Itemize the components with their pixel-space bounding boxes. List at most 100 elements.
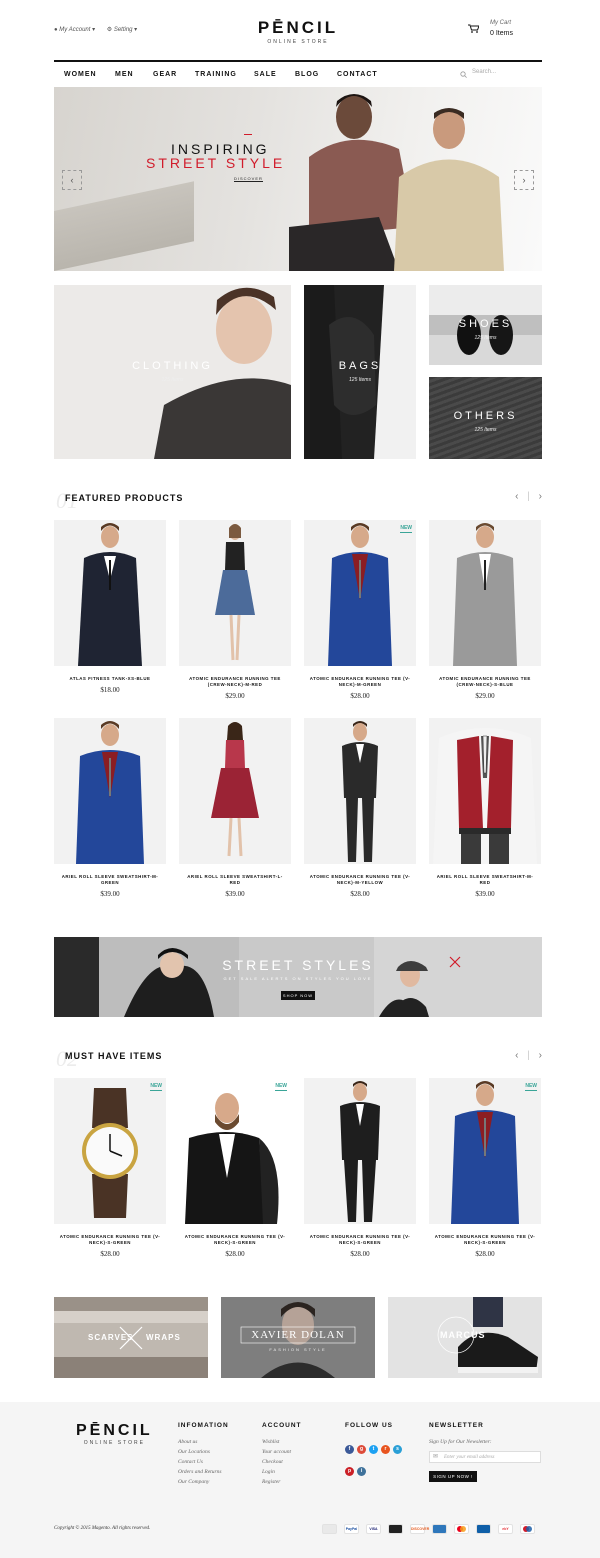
product-card[interactable]: ATOMIC ENDURANCE RUNNING TEE (V-NECK)-M-… (304, 718, 416, 898)
product-card[interactable]: NEW ATOMIC ENDURANCE RUNNING TEE (V-NECK… (304, 520, 416, 700)
google-plus-icon[interactable]: g (357, 1445, 366, 1454)
hero-prev-button[interactable]: ‹ (62, 170, 82, 190)
cart-label: My Cart (490, 20, 511, 26)
payment-label: DISCOVER (411, 1527, 430, 1531)
site-logo[interactable]: PĒNCIL ONLINE STORE (258, 18, 338, 45)
hero-next-button[interactable]: › (514, 170, 534, 190)
product-card[interactable]: ATOMIC ENDURANCE RUNNING TEE (CREW-NECK)… (429, 520, 541, 700)
product-card[interactable]: NEW ATOMIC ENDURANCE RUNNING TEE (V-NECK… (179, 1078, 291, 1258)
mastercard-circles (457, 1526, 466, 1532)
featured-next-button[interactable]: › (539, 491, 542, 502)
footer-logo[interactable]: PĒNCIL ONLINE STORE (76, 1422, 153, 1446)
pinterest-icon[interactable]: p (345, 1467, 354, 1476)
product-image[interactable]: NEW (179, 1078, 291, 1224)
product-name[interactable]: ATOMIC ENDURANCE RUNNING TEE (V-NECK)-S-… (304, 1234, 416, 1246)
product-card[interactable]: ATOMIC ENDURANCE RUNNING TEE (V-NECK)-S-… (304, 1078, 416, 1258)
footer-link-locations[interactable]: Our Locations (178, 1447, 229, 1457)
product-card[interactable]: NEW ATOMIC ENDURANCE RUNNING TEE (V-NECK… (429, 1078, 541, 1258)
featured-prev-button[interactable]: ‹ (515, 491, 518, 502)
product-image[interactable] (304, 1078, 416, 1224)
category-clothing[interactable]: CLOTHING 125 Items (54, 285, 291, 459)
payment-label: PayPal (345, 1527, 358, 1531)
brand-xavier-dolan-sub: FASHION STYLE (269, 1347, 327, 1352)
footer-link-contact[interactable]: Contact Us (178, 1457, 229, 1467)
payment-amex-icon (432, 1524, 447, 1534)
product-name[interactable]: ARIEL ROLL SLEEVE SWEATSHIRT-L-RED (179, 874, 291, 886)
nav-item-contact[interactable]: CONTACT (337, 71, 378, 78)
nav-item-blog[interactable]: BLOG (295, 71, 319, 78)
brand-banner-xavier-dolan[interactable]: XAVIER DOLAN FASHION STYLE (221, 1297, 375, 1378)
payment-paypal-icon: PayPal (344, 1524, 359, 1534)
brand-banner-marcus[interactable]: MARCUS (388, 1297, 542, 1378)
product-card[interactable]: NEW ATOMIC ENDURANCE RUNNING TEE (V-NECK… (54, 1078, 166, 1258)
payment-label: VISA (369, 1527, 378, 1531)
product-card[interactable]: ARIEL ROLL SLEEVE SWEATSHIRT-L-RED $39.0… (179, 718, 291, 898)
product-image[interactable] (304, 718, 416, 864)
product-image[interactable] (179, 520, 291, 666)
social-row-1: fgtrs (345, 1437, 415, 1455)
product-image[interactable] (429, 520, 541, 666)
nav-item-sale[interactable]: SALE (254, 71, 277, 78)
must-have-prev-button[interactable]: ‹ (515, 1050, 518, 1061)
nav-item-training[interactable]: TRAINING (195, 71, 237, 78)
product-card[interactable]: ARIEL ROLL SLEEVE SWEATSHIRT-M-GREEN $39… (54, 718, 166, 898)
hero-discover-link[interactable]: DISCOVER (234, 176, 263, 182)
product-name[interactable]: ATOMIC ENDURANCE RUNNING TEE (V-NECK)-S-… (179, 1234, 291, 1246)
product-name[interactable]: ATOMIC ENDURANCE RUNNING TEE (CREW-NECK)… (429, 676, 541, 688)
product-image[interactable] (179, 718, 291, 864)
product-image[interactable] (54, 718, 166, 864)
nav-item-women[interactable]: WOMEN (64, 71, 97, 78)
nav-item-men[interactable]: MEN (115, 71, 134, 78)
product-image[interactable]: NEW (429, 1078, 541, 1224)
instagram-icon[interactable]: i (357, 1467, 366, 1476)
product-price: $39.00 (225, 890, 245, 898)
category-shoes[interactable]: SHOES 125 Items (429, 285, 542, 365)
product-name[interactable]: ATLAS FITNESS TANK-XS-BLUE (54, 676, 166, 682)
copyright-text: Copyright © 2015 Magento. All rights res… (54, 1526, 151, 1531)
footer-link-company[interactable]: Our Company (178, 1477, 229, 1487)
facebook-icon[interactable]: f (345, 1445, 354, 1454)
my-account-link[interactable]: ● My Account ▾ (54, 27, 95, 33)
product-card[interactable]: ARIEL ROLL SLEEVE SWEATSHIRT-M-RED $39.0… (429, 718, 541, 898)
product-name[interactable]: ARIEL ROLL SLEEVE SWEATSHIRT-M-GREEN (54, 874, 166, 886)
product-name[interactable]: ATOMIC ENDURANCE RUNNING TEE (CREW-NECK)… (179, 676, 291, 688)
shop-now-button[interactable]: SHOP NOW (281, 991, 315, 1000)
rss-icon[interactable]: r (381, 1445, 390, 1454)
footer-link-about[interactable]: About us (178, 1437, 229, 1447)
nav-item-gear[interactable]: GEAR (153, 71, 177, 78)
footer-link-login[interactable]: Login (262, 1467, 302, 1477)
product-image[interactable] (429, 718, 541, 864)
footer-link-checkout[interactable]: Checkout (262, 1457, 302, 1467)
category-bags[interactable]: BAGS 125 Items (304, 285, 416, 459)
newsletter-signup-button[interactable]: SIGN UP NOW ! (429, 1471, 477, 1482)
footer-link-register[interactable]: Register (262, 1477, 302, 1487)
product-name[interactable]: ATOMIC ENDURANCE RUNNING TEE (V-NECK)-S-… (54, 1234, 166, 1246)
product-card[interactable]: ATLAS FITNESS TANK-XS-BLUE $18.00 (54, 520, 166, 694)
brand-banner-scarves-wraps[interactable]: SCARVES WRAPS (54, 1297, 208, 1378)
product-model-floral-dress (215, 524, 255, 661)
mail-icon: ✉ (433, 1454, 439, 1460)
payment-ebay-icon: ebY (498, 1524, 513, 1534)
product-card[interactable]: ATOMIC ENDURANCE RUNNING TEE (CREW-NECK)… (179, 520, 291, 700)
brand-wraps-label: WRAPS (146, 1333, 181, 1342)
product-image[interactable]: NEW (54, 1078, 166, 1224)
footer-link-orders[interactable]: Orders and Returns (178, 1467, 229, 1477)
must-have-next-button[interactable]: › (539, 1050, 542, 1061)
skype-icon[interactable]: s (393, 1445, 402, 1454)
setting-link[interactable]: ⚙ Setting ▾ (107, 27, 137, 33)
product-name[interactable]: ATOMIC ENDURANCE RUNNING TEE (V-NECK)-S-… (429, 1234, 541, 1246)
search-input[interactable]: Search... (460, 69, 542, 81)
product-name[interactable]: ATOMIC ENDURANCE RUNNING TEE (V-NECK)-M-… (304, 874, 416, 886)
twitter-icon[interactable]: t (369, 1445, 378, 1454)
footer-link-your-account[interactable]: Your account (262, 1447, 302, 1457)
nav-divider: | (527, 1050, 530, 1061)
street-styles-banner[interactable]: STREET STYLES GET SALE ALERTS ON STYLES … (54, 937, 542, 1017)
category-others[interactable]: OTHERS 125 Items (429, 377, 542, 459)
product-name[interactable]: ATOMIC ENDURANCE RUNNING TEE (V-NECK)-M-… (304, 676, 416, 688)
brand-scarves-label: SCARVES (88, 1333, 134, 1342)
product-name[interactable]: ARIEL ROLL SLEEVE SWEATSHIRT-M-RED (429, 874, 541, 886)
product-image[interactable] (54, 520, 166, 666)
footer-link-wishlist[interactable]: Wishlist (262, 1437, 302, 1447)
product-image[interactable]: NEW (304, 520, 416, 666)
newsletter-email-field[interactable]: ✉ Enter your email address (429, 1451, 541, 1463)
